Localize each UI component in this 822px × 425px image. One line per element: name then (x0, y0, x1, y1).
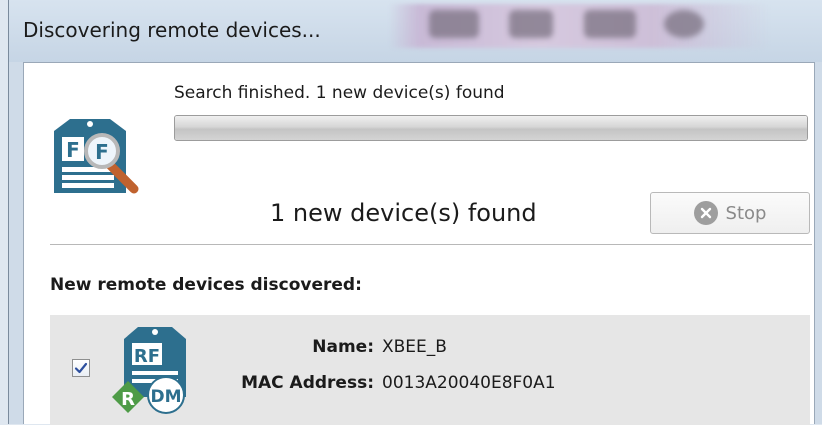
blurred-toolbar-icon (664, 10, 704, 38)
stop-button-label: Stop (725, 202, 767, 224)
device-mac-value: 0013A20040E8F0A1 (382, 373, 556, 393)
title-bar[interactable]: Discovering remote devices... (9, 0, 822, 62)
device-list-item[interactable]: RF R DM Name: XBEE_B MAC Address: 0013A2… (50, 315, 810, 425)
window-title: Discovering remote devices... (23, 18, 321, 42)
stop-circle-x-icon (693, 201, 718, 225)
svg-text:F: F (95, 140, 109, 164)
xctu-search-icon: F F (54, 119, 139, 194)
checkmark-icon (74, 362, 88, 374)
devices-section-label: New remote devices discovered: (50, 275, 362, 295)
discovery-dialog: Discovering remote devices... F F Search… (8, 0, 822, 425)
separator (50, 244, 812, 245)
device-mac-label: MAC Address: (241, 373, 374, 393)
blurred-toolbar-icon (584, 10, 636, 38)
svg-text:F: F (66, 138, 80, 162)
progress-fill (175, 116, 807, 140)
svg-text:DM: DM (150, 387, 181, 407)
remote-device-icon: RF R DM (112, 327, 186, 414)
svg-text:R: R (121, 389, 135, 410)
dialog-content: F F Search finished. 1 new device(s) fou… (23, 62, 815, 425)
svg-text:RF: RF (134, 346, 160, 367)
device-select-checkbox[interactable] (72, 359, 90, 377)
search-progress-bar (174, 115, 808, 141)
blurred-toolbar-icon (509, 10, 553, 38)
device-name-value: XBEE_B (382, 337, 447, 357)
found-count-text: 1 new device(s) found (270, 199, 537, 227)
blurred-toolbar-icon (429, 10, 479, 38)
stop-button[interactable]: Stop (650, 192, 810, 234)
search-status-text: Search finished. 1 new device(s) found (174, 83, 505, 103)
device-name-label: Name: (312, 337, 374, 357)
